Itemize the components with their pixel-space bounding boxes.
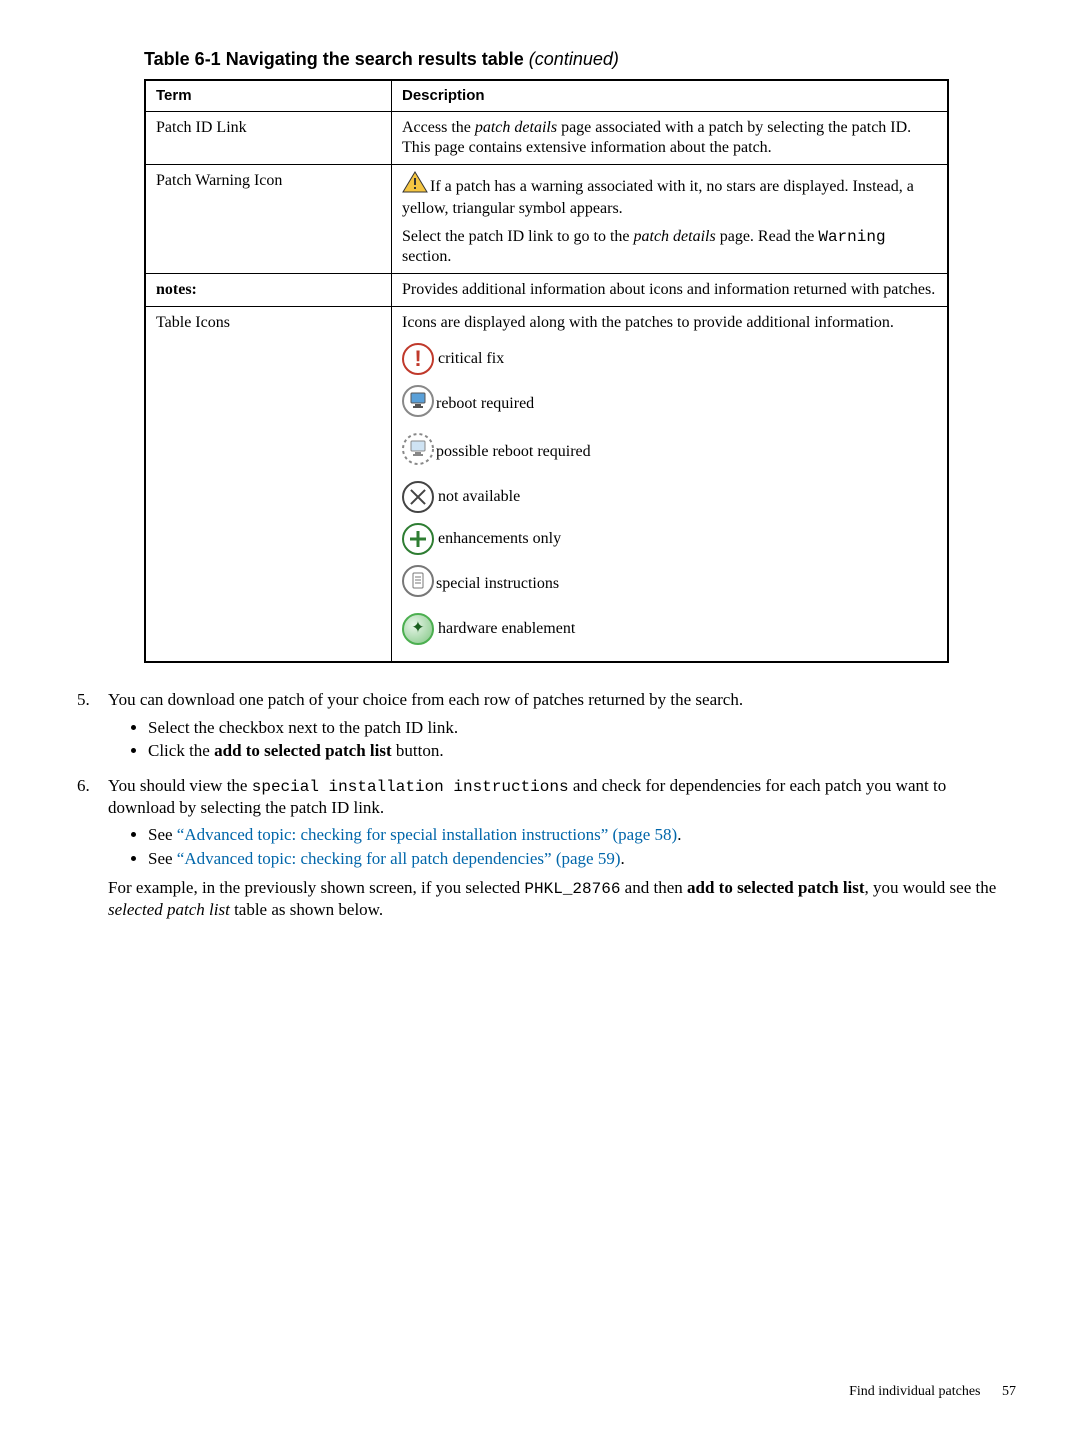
- text: If a patch has a warning associated with…: [402, 178, 914, 217]
- icon-row-hardware-enablement: hardware enablement: [402, 613, 937, 645]
- list-item: See “Advanced topic: checking for all pa…: [148, 848, 1016, 869]
- step-6-bullets: See “Advanced topic: checking for specia…: [148, 824, 1016, 869]
- emphasis-selected-patch-list: selected patch list: [108, 900, 230, 919]
- table-caption: Table 6-1 Navigating the search results …: [144, 48, 1016, 71]
- desc-patch-warning-icon: If a patch has a warning associated with…: [392, 165, 949, 274]
- term-patch-warning-icon: Patch Warning Icon: [145, 165, 392, 274]
- header-description: Description: [392, 80, 949, 112]
- icon-row-special-instructions: special instructions: [402, 565, 937, 603]
- not-available-icon: [402, 481, 434, 513]
- critical-fix-icon: !: [402, 343, 434, 375]
- term-notes: notes:: [145, 274, 392, 307]
- list-item: See “Advanced topic: checking for specia…: [148, 824, 1016, 845]
- search-results-table: Term Description Patch ID Link Access th…: [144, 79, 949, 664]
- text: section.: [402, 248, 451, 265]
- icon-label: reboot required: [436, 394, 534, 414]
- text: See: [148, 849, 177, 868]
- footer-section-title: Find individual patches: [849, 1384, 980, 1399]
- icon-row-enhancements: enhancements only: [402, 523, 937, 555]
- text: See: [148, 825, 177, 844]
- icon-row-reboot: reboot required: [402, 385, 937, 423]
- icon-row-not-available: not available: [402, 481, 937, 513]
- icon-row-possible-reboot: possible reboot required: [402, 433, 937, 471]
- text: .: [677, 825, 681, 844]
- mono-warning: Warning: [818, 228, 885, 246]
- table-caption-continued: (continued): [524, 49, 619, 69]
- table-row: Table Icons Icons are displayed along wi…: [145, 307, 948, 663]
- bold-add-to-list: add to selected patch list: [214, 741, 392, 760]
- icon-label: critical fix: [438, 349, 504, 369]
- possible-reboot-icon: [402, 433, 434, 471]
- link-special-install-instructions[interactable]: “Advanced topic: checking for special in…: [177, 825, 677, 844]
- icon-row-critical: ! critical fix: [402, 343, 937, 375]
- table-caption-main: Table 6-1 Navigating the search results …: [144, 49, 524, 69]
- header-term: Term: [145, 80, 392, 112]
- table-row: Patch ID Link Access the patch details p…: [145, 112, 948, 165]
- text: page. Read the: [716, 228, 819, 245]
- icons-intro: Icons are displayed along with the patch…: [402, 313, 937, 333]
- hardware-enablement-icon: [402, 613, 434, 645]
- step-5: You can download one patch of your choic…: [94, 689, 1016, 761]
- desc-table-icons: Icons are displayed along with the patch…: [392, 307, 949, 663]
- mono-special-install: special installation instructions: [252, 778, 569, 796]
- desc-patch-id-link: Access the patch details page associated…: [392, 112, 949, 165]
- warning-triangle-icon: [402, 171, 428, 199]
- table-row: notes: Provides additional information a…: [145, 274, 948, 307]
- text: and then: [620, 878, 687, 897]
- list-item: Select the checkbox next to the patch ID…: [148, 717, 1016, 738]
- enhancements-only-icon: [402, 523, 434, 555]
- step-6: You should view the special installation…: [94, 775, 1016, 920]
- icon-label: special instructions: [436, 574, 559, 594]
- mono-phkl: PHKL_28766: [524, 880, 620, 898]
- step-6-example-para: For example, in the previously shown scr…: [108, 877, 1016, 920]
- list-item: Click the add to selected patch list but…: [148, 740, 1016, 761]
- term-patch-id-link: Patch ID Link: [145, 112, 392, 165]
- text-block: Select the patch ID link to go to the pa…: [402, 227, 937, 267]
- footer-page-number: 57: [1002, 1384, 1016, 1399]
- reboot-required-icon: [402, 385, 434, 423]
- text: button.: [392, 741, 444, 760]
- step-5-text: You can download one patch of your choic…: [108, 690, 743, 709]
- emphasis-patch-details: patch details: [475, 119, 557, 136]
- numbered-steps: You can download one patch of your choic…: [94, 689, 1016, 920]
- text: Access the: [402, 119, 475, 136]
- term-table-icons: Table Icons: [145, 307, 392, 663]
- emphasis-patch-details: patch details: [634, 228, 716, 245]
- text: You should view the: [108, 776, 252, 795]
- icon-label: enhancements only: [438, 529, 561, 549]
- step-5-bullets: Select the checkbox next to the patch ID…: [148, 717, 1016, 762]
- text: Select the patch ID link to go to the: [402, 228, 634, 245]
- icon-label: possible reboot required: [436, 442, 591, 462]
- bold-add-to-list: add to selected patch list: [687, 878, 865, 897]
- table-row: Patch Warning Icon If a patch has a warn…: [145, 165, 948, 274]
- text: Click the: [148, 741, 214, 760]
- desc-notes: Provides additional information about ic…: [392, 274, 949, 307]
- text: table as shown below.: [230, 900, 383, 919]
- link-patch-dependencies[interactable]: “Advanced topic: checking for all patch …: [177, 849, 621, 868]
- text: , you would see the: [865, 878, 997, 897]
- icon-label: hardware enablement: [438, 619, 575, 639]
- text: .: [620, 849, 624, 868]
- page-footer: Find individual patches 57: [849, 1383, 1016, 1401]
- special-instructions-icon: [402, 565, 434, 603]
- text: For example, in the previously shown scr…: [108, 878, 524, 897]
- icon-label: not available: [438, 487, 520, 507]
